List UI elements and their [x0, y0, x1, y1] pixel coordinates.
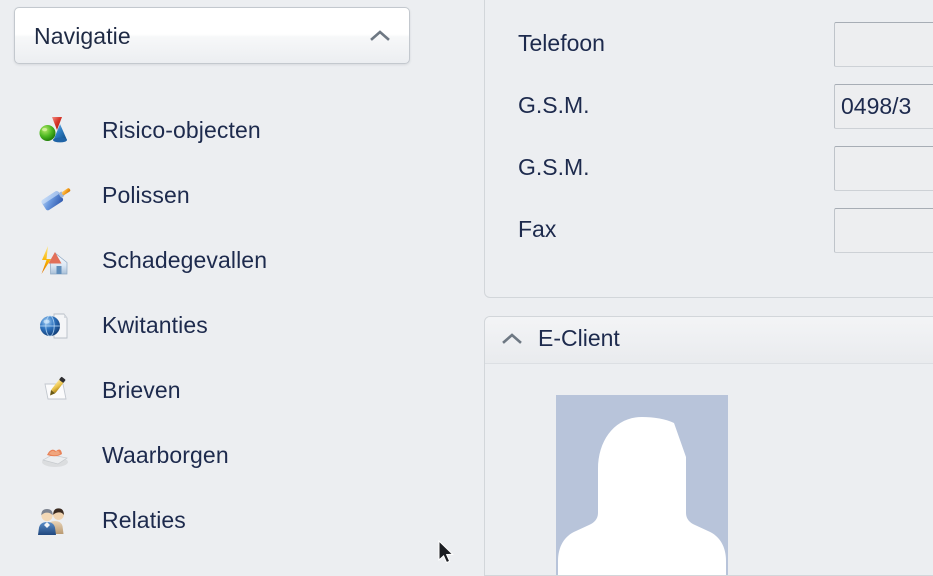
sidebar-item-brieven[interactable]: Brieven — [0, 358, 470, 423]
field-label: G.S.M. — [518, 92, 590, 118]
application-window: Navigatie Risico-objecten Polissen Schad… — [0, 0, 933, 576]
contact-fields-group: Telefoon G.S.M. 0498/3 G.S.M. Fax — [484, 0, 933, 298]
sidebar-item-waarborgen[interactable]: Waarborgen — [0, 423, 470, 488]
pen-paper-icon — [36, 373, 72, 409]
two-people-icon — [36, 503, 72, 539]
sidebar-item-label: Polissen — [102, 182, 190, 208]
eclient-group-title: E-Client — [538, 325, 620, 351]
eclient-group: E-Client — [484, 316, 933, 576]
sidebar-item-risico-objecten[interactable]: Risico-objecten — [0, 98, 470, 163]
gsm-1-input[interactable]: 0498/3 — [834, 84, 933, 129]
certificate-seal-icon — [36, 438, 72, 474]
paint-roller-icon — [36, 178, 72, 214]
globe-document-icon — [36, 308, 72, 344]
avatar — [556, 395, 728, 575]
sidebar-item-relaties[interactable]: Relaties — [0, 488, 470, 553]
field-label: Telefoon — [518, 30, 605, 56]
chevron-up-icon[interactable] — [501, 331, 523, 347]
sidebar-item-label: Brieven — [102, 377, 181, 403]
eclient-group-body — [485, 364, 933, 575]
field-row-gsm-2: G.S.M. — [485, 140, 933, 202]
sidebar-item-label: Kwitanties — [102, 312, 208, 338]
chevron-up-icon[interactable] — [369, 27, 391, 45]
navigation-header-title: Navigatie — [34, 23, 131, 49]
field-row-telefoon: Telefoon — [485, 16, 933, 78]
sidebar-item-label: Risico-objecten — [102, 117, 261, 143]
field-row-fax: Fax — [485, 202, 933, 264]
sidebar-item-label: Relaties — [102, 507, 186, 533]
field-row-gsm-1: G.S.M. 0498/3 — [485, 78, 933, 140]
eclient-group-header[interactable]: E-Client — [485, 317, 933, 364]
detail-pane: Telefoon G.S.M. 0498/3 G.S.M. Fax E-Clie… — [470, 0, 933, 576]
sidebar-item-kwitanties[interactable]: Kwitanties — [0, 293, 470, 358]
telefoon-input[interactable] — [834, 22, 933, 67]
sidebar-item-polissen[interactable]: Polissen — [0, 163, 470, 228]
sidebar-item-label: Waarborgen — [102, 442, 229, 468]
navigation-header[interactable]: Navigatie — [14, 7, 410, 64]
gsm-2-input[interactable] — [834, 146, 933, 191]
fax-input[interactable] — [834, 208, 933, 253]
shapes-icon — [36, 113, 72, 149]
house-lightning-icon — [36, 243, 72, 279]
sidebar-item-schadegevallen[interactable]: Schadegevallen — [0, 228, 470, 293]
sidebar-item-label: Schadegevallen — [102, 247, 268, 273]
navigation-item-list: Risico-objecten Polissen Schadegevallen … — [0, 98, 470, 553]
field-label: G.S.M. — [518, 154, 590, 180]
navigation-pane: Navigatie Risico-objecten Polissen Schad… — [0, 0, 470, 564]
field-label: Fax — [518, 216, 557, 242]
